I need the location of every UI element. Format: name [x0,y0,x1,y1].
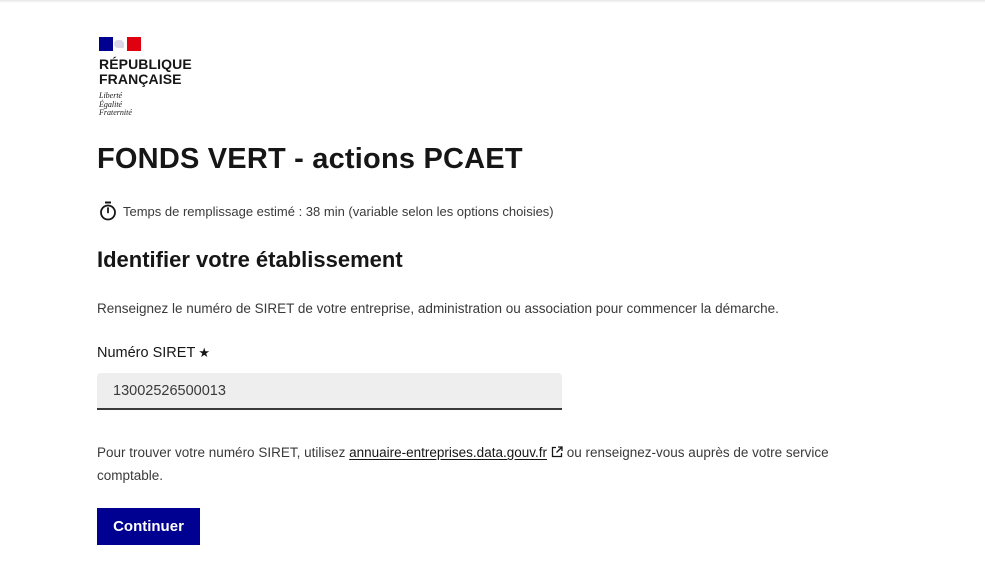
marianne-flag-icon [99,37,141,51]
republique-francaise-logo[interactable]: RÉPUBLIQUE FRANÇAISE Liberté Égalité Fra… [99,37,192,118]
logo-text: RÉPUBLIQUE FRANÇAISE [99,57,192,87]
continue-button[interactable]: Continuer [97,508,200,545]
external-link-icon [551,446,563,458]
siret-input[interactable] [97,373,562,410]
timer-icon [100,201,116,221]
siret-help-text: Pour trouver votre numéro SIRET, utilise… [97,441,837,487]
motto-fraternite: Fraternité [99,108,132,117]
page-title: FONDS VERT - actions PCAET [97,143,523,175]
required-asterisk: ★ [198,345,210,360]
siret-label-text: Numéro SIRET [97,345,196,361]
section-title: Identifier votre établissement [97,247,403,272]
annuaire-entreprises-link[interactable]: annuaire-entreprises.data.gouv.fr [349,445,563,460]
logo-motto: Liberté Égalité Fraternité [99,91,192,118]
annuaire-link-text: annuaire-entreprises.data.gouv.fr [349,445,547,460]
logo-line-1: RÉPUBLIQUE [99,56,192,72]
help-prefix: Pour trouver votre numéro SIRET, utilise… [97,445,350,460]
fill-time-estimate: Temps de remplissage estimé : 38 min (va… [99,201,554,221]
siret-label: Numéro SIRET ★ [97,345,210,361]
section-intro: Renseignez le numéro de SIRET de votre e… [97,301,779,316]
logo-line-2: FRANÇAISE [99,71,182,87]
estimate-text: Temps de remplissage estimé : 38 min (va… [123,203,554,219]
top-shadow [0,0,985,3]
